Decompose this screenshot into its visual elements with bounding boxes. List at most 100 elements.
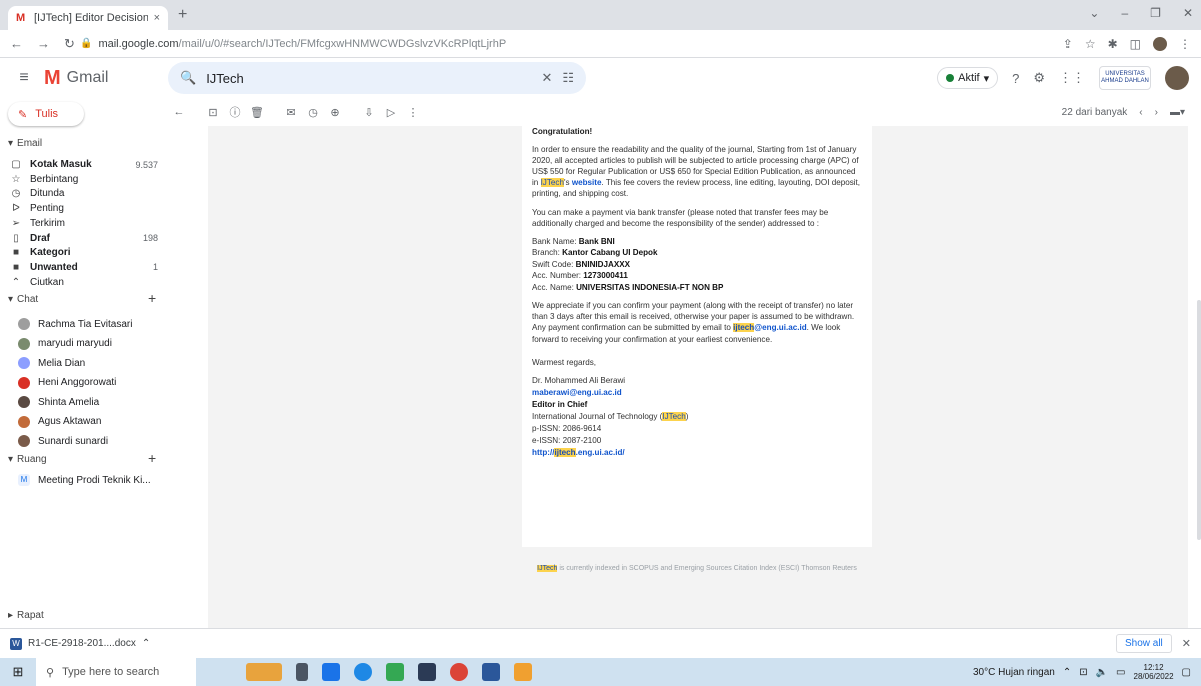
help-icon[interactable]: ? xyxy=(1012,71,1019,86)
back-to-list-icon[interactable]: ← xyxy=(168,106,190,118)
taskbar-search[interactable]: ⚲ Type here to search xyxy=(36,658,196,686)
extensions-icon[interactable]: ✱ xyxy=(1108,37,1118,51)
nav-item[interactable]: ➢ Terkirim xyxy=(8,217,158,230)
compose-button[interactable]: ✎ Tulis xyxy=(8,102,84,126)
newer-icon[interactable]: ‹ xyxy=(1139,107,1142,118)
nav-item[interactable]: ⌃ Ciutkan xyxy=(8,276,158,289)
profile-avatar[interactable] xyxy=(1153,36,1167,51)
search-icon[interactable]: 🔍 xyxy=(180,70,196,86)
calculator-icon[interactable] xyxy=(514,663,532,681)
chrome-icon[interactable] xyxy=(450,663,468,681)
main-menu-icon[interactable]: ≡ xyxy=(4,69,44,87)
url-bar[interactable]: 🔒 mail.google.com/mail/u/0/#search/IJTec… xyxy=(80,34,1053,54)
settings-gear-icon[interactable]: ⚙ xyxy=(1033,70,1045,86)
nav-item[interactable]: ◷ Ditunda xyxy=(8,187,158,200)
close-download-bar-icon[interactable]: ✕ xyxy=(1182,637,1191,650)
show-all-button[interactable]: Show all xyxy=(1115,634,1172,653)
caret-right-icon: ▸ xyxy=(8,610,14,621)
mail-search-bar[interactable]: 🔍 IJTech ✕ ☷ xyxy=(168,62,586,94)
chat-contact[interactable]: Heni Anggorowati xyxy=(18,375,158,391)
download-item[interactable]: W R1-CE-2918-201....docx ⌃ xyxy=(10,637,150,650)
collapse-icon: ⌃ xyxy=(11,276,21,288)
new-room-icon[interactable]: + xyxy=(148,450,156,466)
status-selector[interactable]: Aktif ▾ xyxy=(937,67,999,89)
confirm-email-link[interactable]: ijtech@eng.ui.ac.id xyxy=(733,323,807,333)
store-icon[interactable] xyxy=(322,663,340,681)
journal-url-link[interactable]: http://ijtech.eng.ui.ac.id/ xyxy=(532,447,862,459)
word-icon[interactable] xyxy=(482,663,500,681)
edge-icon[interactable] xyxy=(354,663,372,681)
restore-icon[interactable]: ❐ xyxy=(1150,6,1161,20)
close-window-icon[interactable]: ✕ xyxy=(1183,6,1193,20)
weather-widget-icon[interactable] xyxy=(246,663,282,681)
system-tray: 30°C Hujan ringan ⌃ ⊡ 🔈 ▭ 12:12 28/06/20… xyxy=(973,663,1201,681)
sidepanel-icon[interactable]: ◫ xyxy=(1130,37,1141,51)
account-avatar[interactable] xyxy=(1165,66,1189,90)
snooze-icon[interactable]: ◷ xyxy=(302,106,324,119)
reload-icon[interactable]: ↻ xyxy=(64,36,75,52)
meet-section-header[interactable]: ▸ Rapat xyxy=(8,610,44,621)
share-icon[interactable]: ⇪ xyxy=(1063,37,1073,51)
signature-email-link[interactable]: maberawi@eng.ui.ac.id xyxy=(532,387,862,399)
back-icon[interactable]: ← xyxy=(10,36,23,52)
search-icon: ⚲ xyxy=(46,666,55,679)
search-options-icon[interactable]: ☷ xyxy=(562,70,574,86)
side-panel-scrollbar[interactable] xyxy=(1197,300,1201,540)
network-icon[interactable]: ⊡ xyxy=(1079,667,1087,678)
browser-menu-icon[interactable]: ⋮ xyxy=(1179,37,1191,51)
chat-section-header[interactable]: ▾ Chat + xyxy=(8,290,164,306)
new-tab-button[interactable]: + xyxy=(178,6,187,24)
tray-overflow-icon[interactable]: ⌃ xyxy=(1063,667,1071,678)
report-spam-icon[interactable]: ⓘ xyxy=(224,104,246,120)
chat-contact[interactable]: Agus Aktawan xyxy=(18,414,158,430)
volume-icon[interactable]: 🔈 xyxy=(1096,667,1108,678)
forward-icon[interactable]: → xyxy=(37,36,50,52)
chevron-up-icon[interactable]: ⌃ xyxy=(142,638,150,649)
search-input[interactable]: IJTech xyxy=(206,71,531,86)
nav-item[interactable]: ▢ Kotak Masuk 9.537 xyxy=(8,158,158,171)
clear-search-icon[interactable]: ✕ xyxy=(541,70,552,86)
input-tools-icon[interactable]: ▬▾ xyxy=(1170,107,1185,118)
apps-grid-icon[interactable]: ⋮⋮ xyxy=(1059,70,1085,86)
task-view-icon[interactable] xyxy=(296,663,308,681)
website-link[interactable]: website xyxy=(572,178,602,187)
email-section-header[interactable]: ▾ Email xyxy=(8,138,42,149)
contact-avatar xyxy=(18,337,30,350)
chat-contact[interactable]: Shinta Amelia xyxy=(18,394,158,410)
chat-contact[interactable]: Rachma Tia Evitasari xyxy=(18,316,158,332)
older-icon[interactable]: › xyxy=(1155,107,1158,118)
more-options-icon[interactable]: ⋮ xyxy=(402,106,424,119)
chevron-down-icon: ▾ xyxy=(983,72,990,85)
mark-unread-icon[interactable]: ✉ xyxy=(280,106,302,119)
add-task-icon[interactable]: ⊕ xyxy=(324,106,346,119)
browser-tab[interactable]: M [IJTech] Editor Decision - sitijami × xyxy=(8,6,168,30)
nav-item[interactable]: ■ Kategori xyxy=(8,246,158,259)
label-icon[interactable]: ▷ xyxy=(380,106,402,119)
move-to-icon[interactable]: ⇩ xyxy=(358,106,380,119)
store-bag-icon[interactable] xyxy=(386,663,404,681)
tab-search-icon[interactable]: ⌄ xyxy=(1089,6,1099,20)
explorer-icon[interactable] xyxy=(418,663,436,681)
chat-contact[interactable]: Melia Dian xyxy=(18,355,158,371)
bookmark-star-icon[interactable]: ☆ xyxy=(1085,37,1096,51)
battery-icon[interactable]: ▭ xyxy=(1116,667,1125,678)
archive-icon[interactable]: ⊡ xyxy=(202,106,224,119)
nav-item[interactable]: ■ Unwanted 1 xyxy=(8,261,158,274)
delete-icon[interactable]: 🗑 xyxy=(246,106,268,119)
label-icon: ■ xyxy=(12,247,20,259)
windows-start-icon[interactable]: ⊞ xyxy=(0,664,36,680)
nav-item[interactable]: ᐅ Penting xyxy=(8,202,158,215)
chat-contact[interactable]: maryudi maryudi xyxy=(18,336,158,352)
clock[interactable]: 12:12 28/06/2022 xyxy=(1134,663,1174,681)
room-item[interactable]: M Meeting Prodi Teknik Ki... xyxy=(18,474,151,486)
gmail-logo[interactable]: M Gmail xyxy=(44,67,168,90)
notifications-icon[interactable]: ▢ xyxy=(1182,667,1191,678)
nav-item[interactable]: ▯ Draf 198 xyxy=(8,232,158,245)
rooms-section-header[interactable]: ▾ Ruang + xyxy=(8,450,164,466)
chat-contact[interactable]: Sunardi sunardi xyxy=(18,433,158,449)
tab-close-icon[interactable]: × xyxy=(154,12,160,24)
nav-item[interactable]: ☆ Berbintang xyxy=(8,173,158,186)
new-chat-icon[interactable]: + xyxy=(148,290,156,306)
weather-text[interactable]: 30°C Hujan ringan xyxy=(973,667,1055,678)
minimize-icon[interactable]: – xyxy=(1121,6,1128,20)
